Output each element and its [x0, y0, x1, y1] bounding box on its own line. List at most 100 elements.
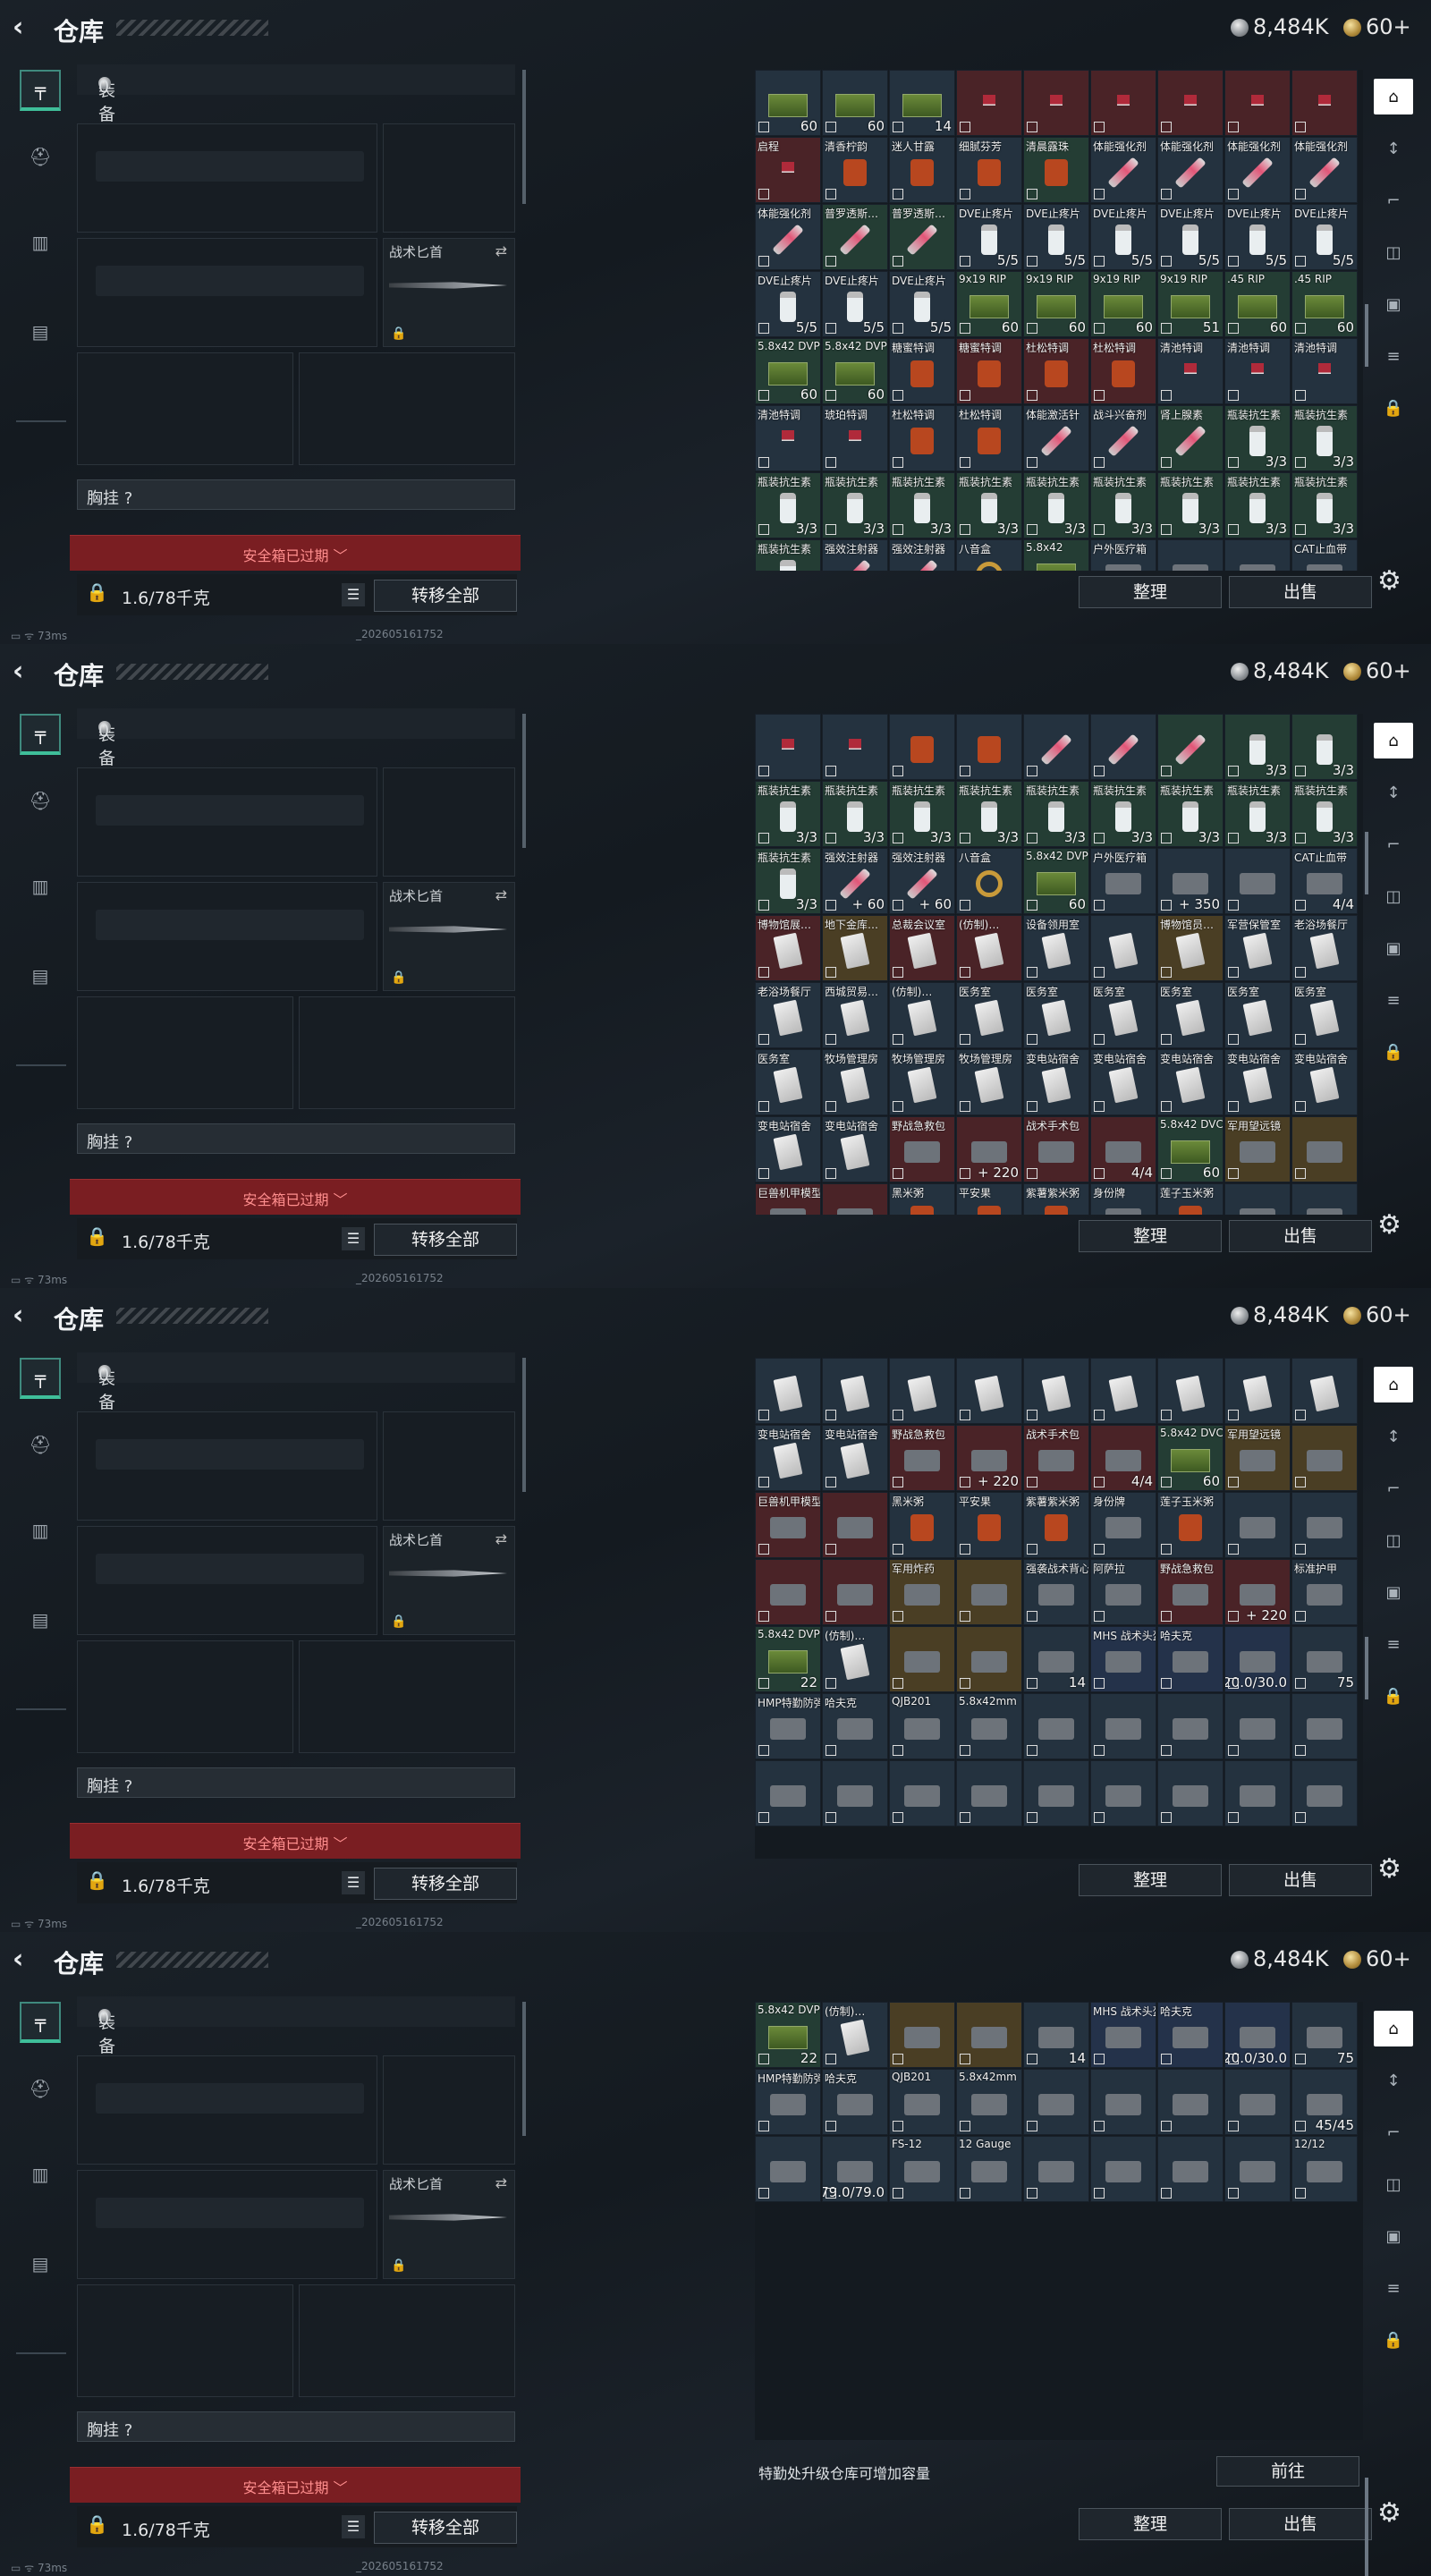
- storage-item-cell[interactable]: 设备领用室: [1023, 915, 1089, 981]
- chest-rig-row[interactable]: 胸挂 ?: [77, 2411, 515, 2442]
- sort-button[interactable]: 整理: [1079, 1864, 1222, 1896]
- storage-item-cell[interactable]: + 350: [1157, 848, 1224, 914]
- settings-gear-icon[interactable]: ⚙: [1377, 1853, 1401, 1885]
- storage-item-cell[interactable]: 哈夫克: [1157, 2002, 1224, 2068]
- list-icon[interactable]: ☰: [342, 1227, 365, 1250]
- storage-item-cell[interactable]: 5.8x42 DVC88 60: [1157, 1116, 1224, 1182]
- secondary-weapon-slot[interactable]: [77, 238, 377, 347]
- storage-item-cell[interactable]: [1224, 1693, 1291, 1759]
- storage-item-cell[interactable]: 清池特调: [1157, 338, 1224, 404]
- storage-item-cell[interactable]: 79.0/79.0: [822, 2136, 888, 2202]
- swap-icon[interactable]: ⇄: [495, 886, 507, 903]
- storage-item-cell[interactable]: [822, 1492, 888, 1558]
- storage-item-cell[interactable]: CAT止血带 4/4: [1291, 848, 1358, 914]
- storage-item-cell[interactable]: 紫薯紫米粥: [1023, 1492, 1089, 1558]
- storage-item-cell[interactable]: DVE止疼片 5/5: [889, 271, 955, 337]
- storage-item-cell[interactable]: 12 Gauge: [956, 2136, 1022, 2202]
- armor-slot[interactable]: [299, 352, 515, 465]
- storage-item-cell[interactable]: [1023, 714, 1089, 780]
- pack-icon[interactable]: ▣: [1374, 930, 1413, 966]
- storage-item-cell[interactable]: 瓶装抗生素 3/3: [889, 472, 955, 538]
- equip-scrollbar[interactable]: [522, 1358, 526, 1492]
- storage-item-cell[interactable]: 5.8x42 DVP88 22: [755, 2002, 821, 2068]
- storage-item-cell[interactable]: 9x19 RIP 51: [1157, 271, 1224, 337]
- storage-item-cell[interactable]: DVE止疼片 5/5: [822, 271, 888, 337]
- storage-item-cell[interactable]: [1023, 1358, 1089, 1424]
- home-icon[interactable]: ⌂: [1374, 2011, 1413, 2046]
- storage-item-cell[interactable]: 战术手术包: [1023, 1425, 1089, 1491]
- equip-scrollbar[interactable]: [522, 714, 526, 848]
- sort-button[interactable]: 整理: [1079, 2508, 1222, 2540]
- transfer-all-button[interactable]: 转移全部: [374, 2512, 517, 2544]
- storage-item-cell[interactable]: 总裁会议室: [889, 915, 955, 981]
- storage-item-cell[interactable]: 体能强化剂: [1291, 137, 1358, 203]
- storage-item-cell[interactable]: 5.8x42mm: [956, 2069, 1022, 2135]
- storage-item-cell[interactable]: DVE止疼片 5/5: [1023, 204, 1089, 270]
- storage-item-cell[interactable]: [755, 1760, 821, 1826]
- storage-item-cell[interactable]: + 220: [1224, 1559, 1291, 1625]
- storage-item-cell[interactable]: 20.0/30.0: [1224, 1626, 1291, 1692]
- storage-item-cell[interactable]: QJB201: [889, 2069, 955, 2135]
- armor-icon[interactable]: ◫: [1374, 1522, 1413, 1558]
- back-icon[interactable]: ‹: [13, 1946, 39, 1973]
- primary-weapon-slot[interactable]: [77, 767, 377, 877]
- storage-item-cell[interactable]: 5.8x42: [1023, 539, 1089, 571]
- storage-item-cell[interactable]: 清晨露珠: [1023, 137, 1089, 203]
- knife-slot[interactable]: 战术匕首 ⇄ 🔒: [383, 238, 515, 347]
- storage-item-cell[interactable]: 瓶装抗生素: [755, 539, 821, 571]
- swap-icon[interactable]: ⇄: [495, 1530, 507, 1547]
- storage-item-cell[interactable]: 瓶装抗生素 3/3: [1224, 405, 1291, 471]
- storage-item-cell[interactable]: 变电站宿舍: [822, 1425, 888, 1491]
- storage-item-cell[interactable]: DVE止疼片 5/5: [1090, 204, 1156, 270]
- storage-item-cell[interactable]: 哈夫克: [1157, 1626, 1224, 1692]
- storage-item-cell[interactable]: 瓶装抗生素 3/3: [889, 781, 955, 847]
- back-icon[interactable]: ‹: [13, 14, 39, 41]
- storage-item-cell[interactable]: 肾上腺素: [1157, 405, 1224, 471]
- storage-item-cell[interactable]: 瓶装抗生素 3/3: [1023, 781, 1089, 847]
- storage-item-cell[interactable]: [1291, 1183, 1358, 1215]
- storage-item-cell[interactable]: 瓶装抗生素 3/3: [1291, 405, 1358, 471]
- storage-item-cell[interactable]: 老浴场餐厅: [755, 982, 821, 1048]
- storage-item-cell[interactable]: 八音盒: [956, 539, 1022, 571]
- storage-item-cell[interactable]: 医务室: [1023, 982, 1089, 1048]
- storage-item-cell[interactable]: 地下金库…: [822, 915, 888, 981]
- storage-item-cell[interactable]: 医务室: [1157, 982, 1224, 1048]
- primary-weapon-slot[interactable]: [77, 2055, 377, 2165]
- storage-item-cell[interactable]: 莲子玉米粥: [1157, 1183, 1224, 1215]
- sort-icon[interactable]: ↕: [1374, 1419, 1413, 1454]
- storage-item-cell[interactable]: CAT止血带: [1291, 539, 1358, 571]
- storage-item-cell[interactable]: 变电站宿舍: [1291, 1049, 1358, 1115]
- storage-item-cell[interactable]: 变电站宿舍: [1090, 1049, 1156, 1115]
- storage-item-cell[interactable]: DVE止疼片 5/5: [755, 271, 821, 337]
- lock-icon[interactable]: 🔒: [1374, 390, 1413, 426]
- storage-item-cell[interactable]: 黑米粥: [889, 1492, 955, 1558]
- storage-item-cell[interactable]: [1090, 1693, 1156, 1759]
- case-icon[interactable]: ▤: [20, 2243, 61, 2284]
- sell-button[interactable]: 出售: [1229, 1220, 1372, 1252]
- storage-item-cell[interactable]: 强效注射器: [889, 539, 955, 571]
- storage-item-cell[interactable]: 博物馆员…: [1157, 915, 1224, 981]
- gold-currency[interactable]: 60+: [1343, 1946, 1411, 1971]
- weapon-icon[interactable]: ⌐: [1374, 2114, 1413, 2150]
- storage-item-cell[interactable]: 强袭战术背心: [1023, 1559, 1089, 1625]
- storage-item-cell[interactable]: 平安果: [956, 1492, 1022, 1558]
- storage-item-cell[interactable]: 75: [1291, 2002, 1358, 2068]
- storage-item-cell[interactable]: 军用望远镜: [1224, 1116, 1291, 1182]
- storage-item-cell[interactable]: [1224, 1492, 1291, 1558]
- vest-icon[interactable]: ▥: [20, 2154, 61, 2195]
- storage-item-cell[interactable]: [822, 714, 888, 780]
- storage-item-cell[interactable]: 变电站宿舍: [1023, 1049, 1089, 1115]
- storage-item-cell[interactable]: 普罗透斯…: [822, 204, 888, 270]
- sort-icon[interactable]: ↕: [1374, 2063, 1413, 2098]
- storage-item-cell[interactable]: 瓶装抗生素 3/3: [1224, 472, 1291, 538]
- storage-item-cell[interactable]: 黑米粥: [889, 1183, 955, 1215]
- storage-item-cell[interactable]: 5.8x42 DVP88 60: [1023, 848, 1089, 914]
- storage-item-cell[interactable]: [889, 1358, 955, 1424]
- storage-item-cell[interactable]: [1224, 1358, 1291, 1424]
- storage-item-cell[interactable]: 博物馆展…: [755, 915, 821, 981]
- storage-item-cell[interactable]: [956, 70, 1022, 136]
- chest-rig-row[interactable]: 胸挂 ?: [77, 479, 515, 510]
- storage-item-cell[interactable]: 12/12: [1291, 2136, 1358, 2202]
- sell-button[interactable]: 出售: [1229, 2508, 1372, 2540]
- storage-item-cell[interactable]: [1157, 539, 1224, 571]
